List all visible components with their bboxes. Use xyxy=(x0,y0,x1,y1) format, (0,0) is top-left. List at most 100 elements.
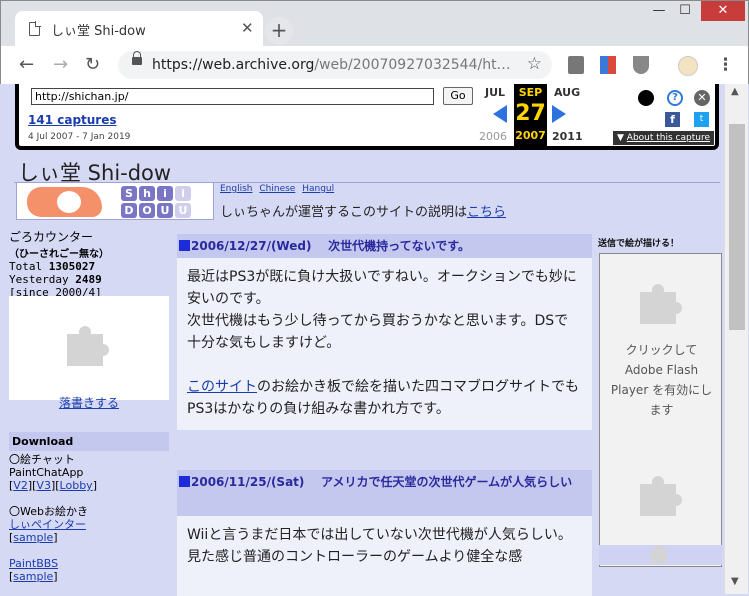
post-body: Wiiと言うまだ日本では出していない次世代機が人気らしい。 見た感じ普通のコント… xyxy=(177,516,592,596)
paintbbs-link[interactable]: PaintBBS xyxy=(9,557,58,570)
scroll-up-icon[interactable]: ▲ xyxy=(731,86,739,97)
flash-footer-strip xyxy=(599,545,722,565)
prev-year-label[interactable]: 2006 xyxy=(479,130,507,143)
extension-1-icon[interactable] xyxy=(568,56,584,74)
address-url[interactable]: https://web.archive.org/web/200709270325… xyxy=(152,57,511,73)
paintchat-v3-link[interactable]: V3 xyxy=(36,479,51,492)
prev-capture-arrow-icon[interactable] xyxy=(493,105,507,123)
about-capture-link[interactable]: ▼ About this capture xyxy=(613,131,714,145)
shield-extension-icon[interactable] xyxy=(633,56,649,74)
paintchat-bullet: 〇絵チャット xyxy=(9,453,75,466)
counter-total-label: Total xyxy=(9,260,43,273)
menu-dots-icon[interactable]: ⋮ xyxy=(717,55,734,75)
twitter-icon[interactable]: t xyxy=(694,112,709,127)
paintbbs-sample-link[interactable]: sample xyxy=(13,570,53,583)
user-icon[interactable] xyxy=(638,90,654,106)
close-tab-icon[interactable]: ✕ xyxy=(241,19,254,37)
post-paragraph: このサイトのお絵かき板で絵を描いた四コマブログサイトでもPS3はかなりの負け組み… xyxy=(187,376,582,420)
flash-plugin-box[interactable]: クリックして Adobe Flash Player を有効にします xyxy=(599,253,722,567)
current-capture-date: SEP 27 2007 xyxy=(514,84,547,146)
site-intro: しぃちゃんが運営するこのサイトの説明はこちら xyxy=(220,201,506,220)
rakugaki-link[interactable]: 落書きする xyxy=(9,394,169,411)
language-links: English Chinese Hangul xyxy=(220,184,338,194)
shi-painter-link[interactable]: しぃペインター xyxy=(9,518,86,531)
next-year-label[interactable]: 2011 xyxy=(552,130,583,143)
paintchat-v2-link[interactable]: V2 xyxy=(13,479,28,492)
scroll-down-icon[interactable]: ▼ xyxy=(731,576,739,587)
next-month-label[interactable]: AUG xyxy=(554,86,580,99)
post-title: 次世代機持ってないです。 xyxy=(328,239,471,253)
post-date: 2006/11/25/(Sat) xyxy=(191,475,305,489)
intro-text: しぃちゃんが運営するこのサイトの説明は xyxy=(220,205,468,220)
prev-month-label[interactable]: JUL xyxy=(485,86,505,99)
address-bar[interactable]: https://web.archive.org/web/200709270325… xyxy=(118,51,552,79)
document-icon xyxy=(29,21,41,36)
scrollbar-thumb[interactable] xyxy=(729,124,745,330)
help-icon[interactable]: ? xyxy=(667,90,683,106)
window-close-button[interactable]: ✕ xyxy=(701,1,745,21)
download-list: 〇絵チャット PaintChatApp [V2][V3][Lobby] 〇Web… xyxy=(9,453,169,583)
maximize-button[interactable]: ☐ xyxy=(673,1,697,21)
wayback-go-button[interactable]: Go xyxy=(443,87,473,105)
captures-link[interactable]: 141 captures xyxy=(28,113,117,127)
wayback-toolbar: http://shichan.jp/ Go 141 captures 4 Jul… xyxy=(15,84,719,150)
post-paragraph: 次世代機はもう少し待ってから買おうかなと思います。DSで十分な気もしますけど。 xyxy=(187,313,569,351)
puzzle-piece-icon xyxy=(640,476,684,516)
address-path: /web/20070927032544/ht… xyxy=(314,57,511,73)
web-paint-bullet: 〇Webお絵かき xyxy=(9,505,88,518)
current-day: 27 xyxy=(515,101,546,126)
paintchat-lobby-link[interactable]: Lobby xyxy=(60,479,93,492)
counter-yesterday-label: Yesterday xyxy=(9,273,69,286)
flash-enable-text[interactable]: クリックして Adobe Flash Player を有効にします xyxy=(610,340,713,420)
extension-2-icon[interactable] xyxy=(600,56,616,74)
right-heading: 送信で絵が描ける！ xyxy=(598,239,680,249)
site-logo: S h i i D O U U xyxy=(16,182,214,220)
back-arrow-icon[interactable]: ← xyxy=(19,54,34,75)
close-wayback-icon[interactable]: ✕ xyxy=(694,90,710,106)
current-year: 2007 xyxy=(515,129,546,142)
lang-hangul-link[interactable]: Hangul xyxy=(302,184,334,194)
shi-painter-sample-link[interactable]: sample xyxy=(13,531,53,544)
counter-title: ごろカウンター xyxy=(9,230,94,244)
lang-english-link[interactable]: English xyxy=(220,184,253,194)
current-month: SEP xyxy=(518,86,543,99)
paintchat-links: [V2][V3][Lobby] xyxy=(9,479,97,492)
post-header: 2006/11/25/(Sat) アメリカで任天堂の次世代ゲームが人気らしい xyxy=(177,470,592,516)
post-paragraph: Wiiと言うまだ日本では出していない次世代機が人気らしい。 xyxy=(187,527,572,543)
post-link[interactable]: このサイト xyxy=(187,379,257,395)
plugin-placeholder[interactable] xyxy=(9,296,169,400)
reload-icon[interactable]: ↻ xyxy=(85,54,100,75)
counter-yesterday: Yesterday 2489 xyxy=(9,273,169,286)
new-tab-button[interactable]: + xyxy=(265,17,293,45)
vertical-scrollbar[interactable]: ▲ ▼ xyxy=(724,84,748,594)
paintchat-name: PaintChatApp xyxy=(9,466,84,479)
lang-chinese-link[interactable]: Chinese xyxy=(259,184,295,194)
address-host: https://web.archive.org xyxy=(152,57,315,73)
lock-icon xyxy=(132,51,142,65)
left-sidebar: ごろカウンター （ひーされごー無な） Total 1305027 Yesterd… xyxy=(9,228,169,593)
next-capture-arrow-icon[interactable] xyxy=(552,105,566,123)
post-marker-icon xyxy=(179,240,190,251)
counter-yesterday-value: 2489 xyxy=(75,273,102,286)
tab-title: しぃ堂 Shi-dow xyxy=(51,24,146,39)
counter-total: Total 1305027 xyxy=(9,260,169,273)
profile-avatar-icon[interactable] xyxy=(678,56,698,76)
browser-tab[interactable]: しぃ堂 Shi-dow ✕ xyxy=(15,11,263,47)
minimize-button[interactable]: — xyxy=(647,1,671,21)
logo-lettering: S h i i D O U U xyxy=(117,185,213,219)
wayback-url-input[interactable]: http://shichan.jp/ xyxy=(31,88,434,105)
post-marker-icon xyxy=(179,476,190,487)
intro-link[interactable]: こちら xyxy=(467,205,506,220)
about-capture-label: About this capture xyxy=(626,133,710,143)
forward-arrow-icon[interactable]: → xyxy=(53,54,68,75)
bookmark-star-icon[interactable]: ☆ xyxy=(527,54,542,74)
counter-total-value: 1305027 xyxy=(48,260,96,273)
browser-toolbar: ← → ↻ https://web.archive.org/web/200709… xyxy=(0,46,749,84)
facebook-icon[interactable]: f xyxy=(665,112,680,127)
logo-character-face xyxy=(57,191,81,213)
puzzle-piece-icon xyxy=(67,326,111,366)
puzzle-piece-icon xyxy=(651,545,671,563)
post-date: 2006/12/27/(Wed) xyxy=(191,239,312,253)
post-paragraph: 最近はPS3が既に負け大扱いですねい。オークションでも妙に安いのです。 xyxy=(187,269,577,307)
capture-date-range: 4 Jul 2007 - 7 Jan 2019 xyxy=(28,132,131,142)
